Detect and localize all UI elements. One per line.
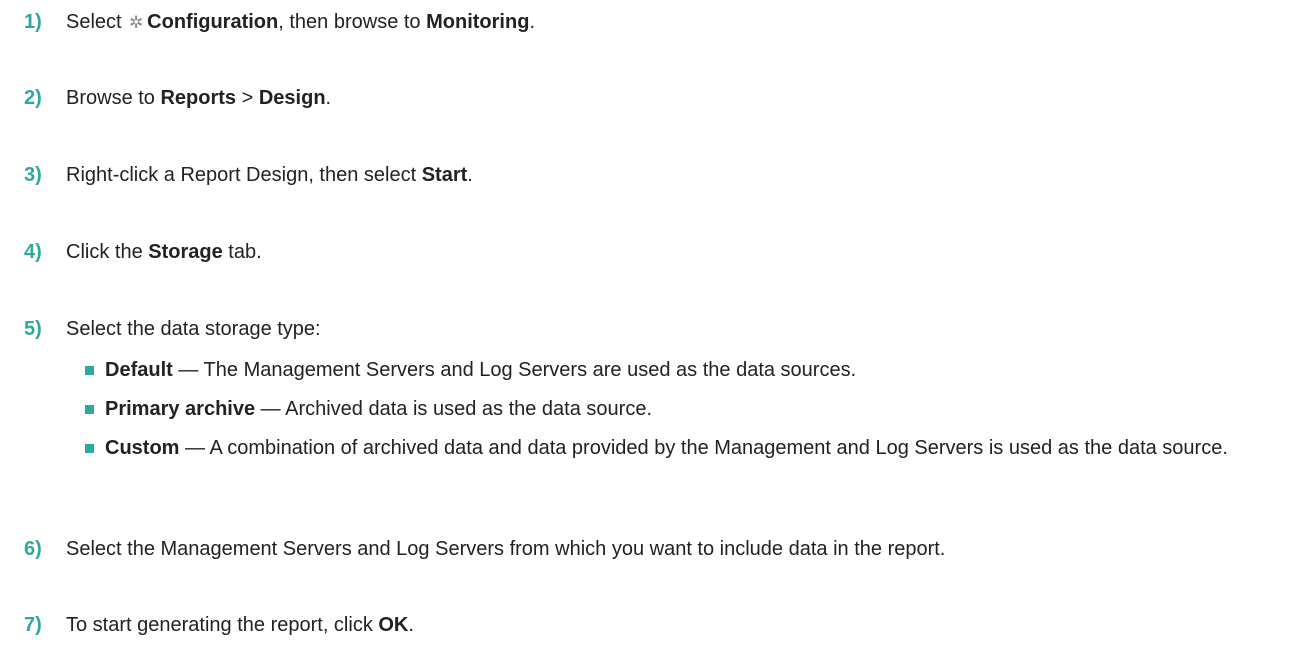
step-number: 5) (24, 318, 42, 340)
ui-label: Storage (148, 241, 223, 263)
option-description: — Archived data is used as the data sour… (255, 398, 653, 420)
step-text: Browse to Reports > Design. (66, 87, 332, 109)
step-text: Click the Storage tab. (66, 241, 262, 263)
ui-label: Monitoring (426, 11, 530, 33)
bullet-marker (85, 444, 94, 453)
bullet-marker (85, 405, 94, 414)
step-number: 4) (24, 241, 42, 263)
step-number: 1) (24, 11, 42, 33)
step-text: Select ✲ Configuration, then browse to Mo… (66, 11, 535, 33)
storage-option-custom: Custom — A combination of archived data … (105, 434, 1300, 462)
step-number: 6) (24, 538, 42, 560)
gear-icon: ✲ (129, 13, 144, 32)
ui-label: Start (421, 164, 468, 186)
step-number: 3) (24, 164, 42, 186)
step-text: Select the data storage type: (66, 318, 321, 340)
bullet-marker (85, 366, 94, 375)
ui-label: Reports (160, 87, 237, 109)
option-term: Default (105, 359, 173, 381)
option-description: — A combination of archived data and dat… (179, 437, 1228, 459)
storage-option-default: Default — The Management Servers and Log… (105, 358, 856, 382)
step-text: Right-click a Report Design, then select… (66, 164, 473, 186)
step-number: 2) (24, 87, 42, 109)
step-text: To start generating the report, click OK… (66, 614, 414, 636)
step-number: 7) (24, 614, 42, 636)
option-term: Custom (105, 437, 180, 459)
step-text: Select the Management Servers and Log Se… (66, 538, 946, 560)
ui-label: Design (258, 87, 326, 109)
option-term: Primary archive (105, 398, 256, 420)
ui-label: OK (378, 614, 409, 636)
ui-label: Configuration (147, 11, 279, 33)
option-description: — The Management Servers and Log Servers… (172, 359, 857, 381)
storage-option-primary-archive: Primary archive — Archived data is used … (105, 397, 652, 421)
